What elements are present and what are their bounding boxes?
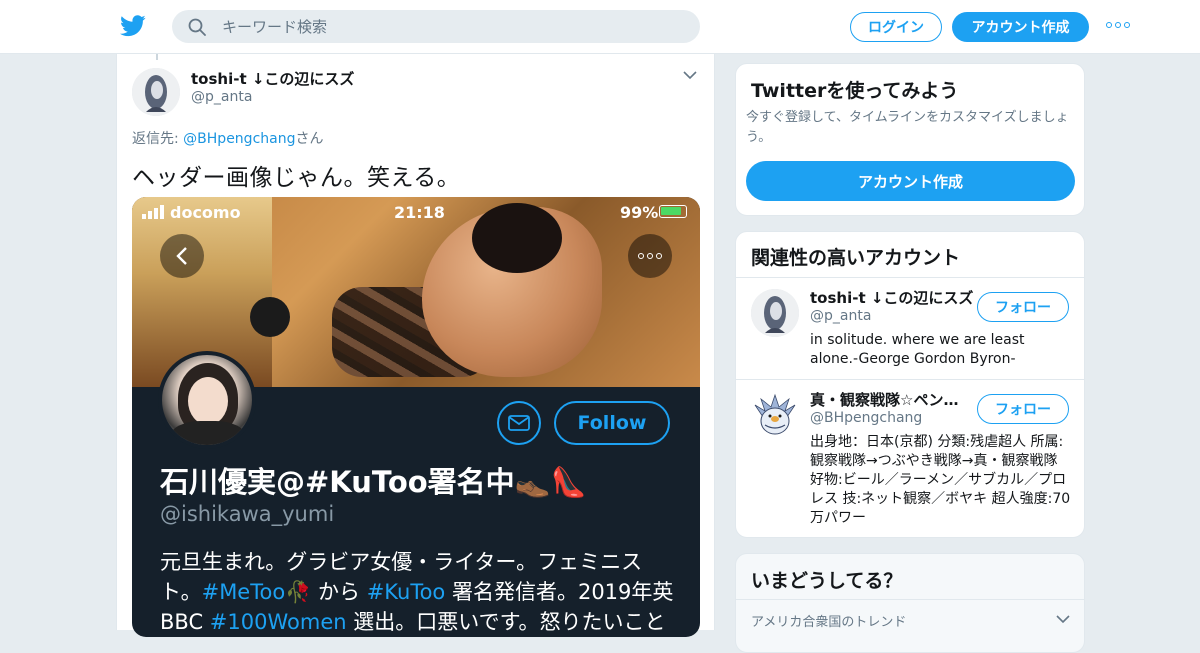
signup-button[interactable]: アカウント作成: [952, 12, 1089, 42]
back-arrow-icon: [160, 234, 204, 278]
clock-label: 21:18: [394, 203, 445, 222]
follow-button[interactable]: フォロー: [977, 292, 1069, 322]
account-handle[interactable]: @BHpengchang: [810, 410, 922, 426]
chevron-down-icon[interactable]: [683, 70, 697, 80]
account-bio: in solitude. where we are least alone.-G…: [810, 332, 1025, 367]
follow-button[interactable]: フォロー: [977, 394, 1069, 424]
account-name[interactable]: toshi-t ↓この辺にスズ: [810, 287, 973, 308]
more-options-icon[interactable]: [1106, 22, 1130, 30]
follow-button-in-image: Follow: [554, 401, 670, 445]
profile-handle: @ishikawa_yumi: [160, 502, 335, 526]
search-input[interactable]: [222, 10, 682, 43]
twitter-bird-icon[interactable]: [120, 14, 146, 38]
battery-icon: [659, 205, 687, 218]
signup-card-title: Twitterを使ってみよう: [751, 80, 959, 102]
search-icon: [188, 18, 206, 36]
signup-card-button[interactable]: アカウント作成: [746, 161, 1075, 201]
tweet-text: ヘッダー画像じゃん。笑える。: [132, 165, 461, 191]
tweet-media-image[interactable]: docomo 21:18 99% Follow 石川優実@#KuToo署名中👞👠…: [132, 197, 700, 637]
tweet-detail: toshi-t ↓この辺にスズ @p_anta 返信先: @BHpengchan…: [116, 54, 715, 637]
top-navigation-bar: ログイン アカウント作成: [0, 0, 1200, 54]
author-name[interactable]: toshi-t ↓この辺にスズ: [191, 68, 354, 89]
profile-bio: 元旦生まれ。グラビア女優・ライター。フェミニス ト。#MeToo🥀 から #Ku…: [160, 550, 674, 634]
account-name[interactable]: 真・観察戦隊☆ペン…: [810, 389, 958, 410]
overflow-menu-icon: [628, 234, 672, 278]
profile-name: 石川優実@#KuToo署名中👞👠: [160, 465, 587, 499]
carrier-label: docomo: [170, 203, 241, 222]
related-accounts-card: 関連性の高いアカウント toshi-t ↓この辺にスズ @p_anta in s…: [735, 231, 1085, 538]
trends-title: いまどうしてる？: [751, 570, 903, 592]
account-avatar[interactable]: [751, 391, 799, 439]
reply-prefix: 返信先:: [132, 131, 184, 147]
related-accounts-title: 関連性の高いアカウント: [751, 247, 961, 269]
trends-card: いまどうしてる？ アメリカ合衆国のトレンド: [735, 553, 1085, 653]
search-box[interactable]: [172, 10, 700, 43]
thread-connector: [156, 54, 158, 60]
author-avatar[interactable]: [132, 68, 180, 116]
divider: [736, 599, 1084, 600]
profile-avatar: [158, 351, 256, 449]
reply-suffix: さん: [295, 131, 324, 147]
signup-card-description: 今すぐ登録して、タイムラインをカスタマイズしましょう。: [746, 110, 1069, 145]
mail-icon: [497, 401, 541, 445]
signal-icon: [142, 205, 164, 219]
related-account-item[interactable]: toshi-t ↓この辺にスズ @p_anta in solitude. whe…: [736, 277, 1084, 379]
related-account-item[interactable]: 真・観察戦隊☆ペン… @BHpengchang 出身地：日本(京都) 分類:残虐…: [736, 379, 1084, 537]
reply-to-link[interactable]: @BHpengchang: [183, 131, 295, 147]
battery-percent: 99%: [620, 203, 659, 222]
login-button[interactable]: ログイン: [850, 12, 942, 42]
author-handle[interactable]: @p_anta: [191, 89, 252, 105]
trends-location[interactable]: アメリカ合衆国のトレンド: [751, 611, 906, 630]
account-avatar[interactable]: [751, 289, 799, 337]
chevron-down-icon[interactable]: [1056, 614, 1070, 624]
signup-card: Twitterを使ってみよう 今すぐ登録して、タイムラインをカスタマイズしましょ…: [735, 63, 1085, 216]
account-bio: 出身地：日本(京都) 分類:残虐超人 所属:観察戦隊→つぶやき戦隊→真・観察戦隊…: [810, 434, 1071, 526]
reply-context: 返信先: @BHpengchangさん: [132, 128, 323, 148]
account-handle[interactable]: @p_anta: [810, 308, 871, 324]
phone-status-bar: docomo 21:18 99%: [132, 197, 700, 227]
